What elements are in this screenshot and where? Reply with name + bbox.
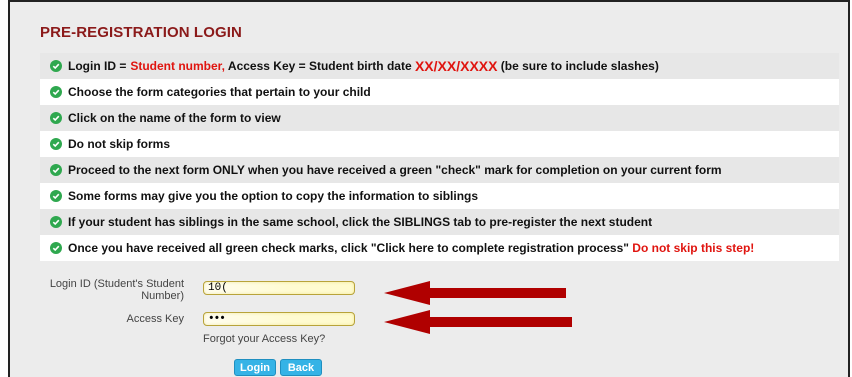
check-icon xyxy=(50,112,62,124)
instruction-highlight: Student number, xyxy=(130,59,226,73)
instruction-highlight: Do not skip this step! xyxy=(632,241,755,255)
login-button[interactable]: Login xyxy=(234,359,276,376)
instruction-highlight: XX/XX/XXXX xyxy=(414,58,498,74)
instruction-item: Login ID = Student number, Access Key = … xyxy=(40,53,839,79)
check-icon xyxy=(50,60,62,72)
instruction-text: Login ID = xyxy=(68,59,127,73)
access-key-label: Access Key xyxy=(126,313,184,325)
login-id-label: Login ID (Student's Student Number) xyxy=(49,278,184,302)
instruction-item: Choose the form categories that pertain … xyxy=(40,79,839,105)
instruction-item: Some forms may give you the option to co… xyxy=(40,183,839,209)
check-icon xyxy=(50,190,62,202)
left-arrow-icon xyxy=(384,310,572,334)
instruction-item: Proceed to the next form ONLY when you h… xyxy=(40,157,839,183)
check-icon xyxy=(50,138,62,150)
instruction-item: Do not skip forms xyxy=(40,131,839,157)
instruction-text: Do not skip forms xyxy=(68,137,171,151)
instruction-text: Some forms may give you the option to co… xyxy=(68,189,479,203)
instruction-text: Access Key = Student birth date xyxy=(225,59,415,73)
check-icon xyxy=(50,86,62,98)
instruction-item: If your student has siblings in the same… xyxy=(40,209,839,235)
instruction-item: Click on the name of the form to view xyxy=(40,105,839,131)
check-icon xyxy=(50,242,62,254)
instruction-text: Click on the name of the form to view xyxy=(68,111,281,125)
instruction-text: Choose the form categories that pertain … xyxy=(68,85,371,99)
back-button[interactable]: Back xyxy=(280,359,322,376)
forgot-access-key-link[interactable]: Forgot your Access Key? xyxy=(203,333,325,345)
instruction-text: Proceed to the next form ONLY when you h… xyxy=(68,163,722,177)
left-arrow-icon xyxy=(384,281,566,305)
login-id-input[interactable]: 10( xyxy=(203,281,355,295)
instruction-item: Once you have received all green check m… xyxy=(40,235,839,261)
instruction-text: (be sure to include slashes) xyxy=(497,59,659,73)
page-title: PRE-REGISTRATION LOGIN xyxy=(40,24,242,41)
instruction-list: Login ID = Student number, Access Key = … xyxy=(40,53,839,261)
check-icon xyxy=(50,164,62,176)
instruction-text: If your student has siblings in the same… xyxy=(68,215,653,229)
access-key-input[interactable]: ••• xyxy=(203,312,355,326)
instruction-text: Once you have received all green check m… xyxy=(68,241,633,255)
check-icon xyxy=(50,216,62,228)
